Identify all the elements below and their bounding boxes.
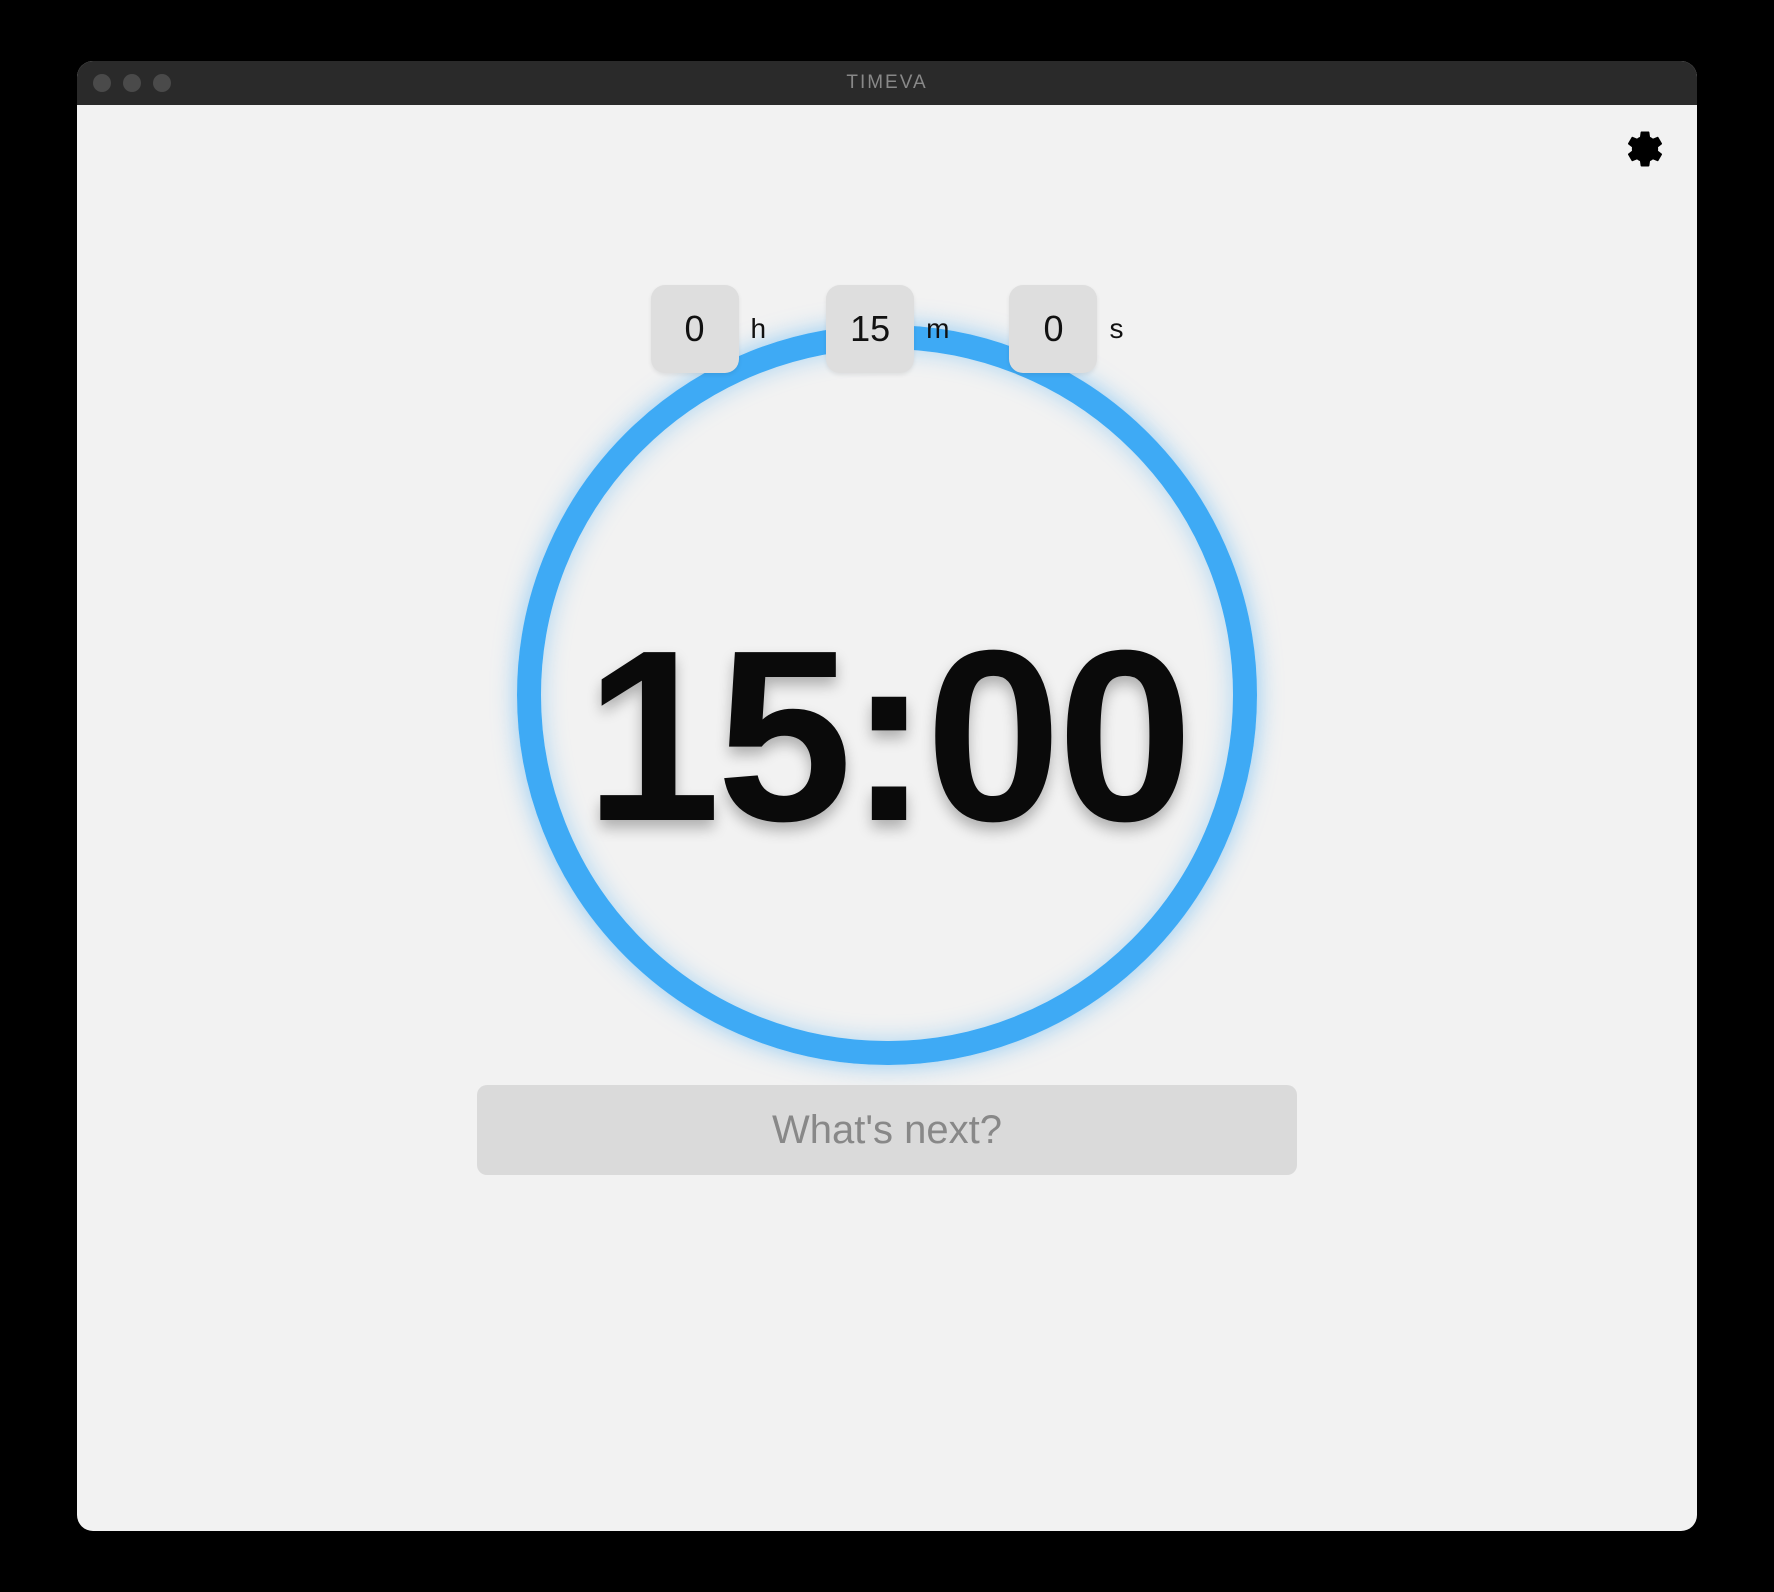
app-window: TIMEVA h m s xyxy=(77,61,1697,1531)
close-window-button[interactable] xyxy=(93,74,111,92)
timer-area: h m s 15:00 xyxy=(487,285,1287,373)
minimize-window-button[interactable] xyxy=(123,74,141,92)
maximize-window-button[interactable] xyxy=(153,74,171,92)
settings-button[interactable] xyxy=(1621,125,1669,173)
seconds-input[interactable] xyxy=(1009,285,1097,373)
time-inputs-row: h m s xyxy=(651,285,1124,373)
task-input[interactable] xyxy=(477,1085,1297,1175)
seconds-group: s xyxy=(1009,285,1123,373)
timer-display: 15:00 xyxy=(585,595,1189,876)
minutes-unit-label: m xyxy=(926,313,949,345)
titlebar: TIMEVA xyxy=(77,61,1697,105)
window-title: TIMEVA xyxy=(846,72,927,94)
hours-unit-label: h xyxy=(751,313,767,345)
gear-icon xyxy=(1624,128,1666,170)
traffic-lights xyxy=(93,74,171,92)
seconds-unit-label: s xyxy=(1109,313,1123,345)
hours-input[interactable] xyxy=(651,285,739,373)
minutes-group: m xyxy=(826,285,997,373)
content-area: h m s 15:00 xyxy=(77,105,1697,1531)
minutes-input[interactable] xyxy=(826,285,914,373)
hours-group: h xyxy=(651,285,815,373)
